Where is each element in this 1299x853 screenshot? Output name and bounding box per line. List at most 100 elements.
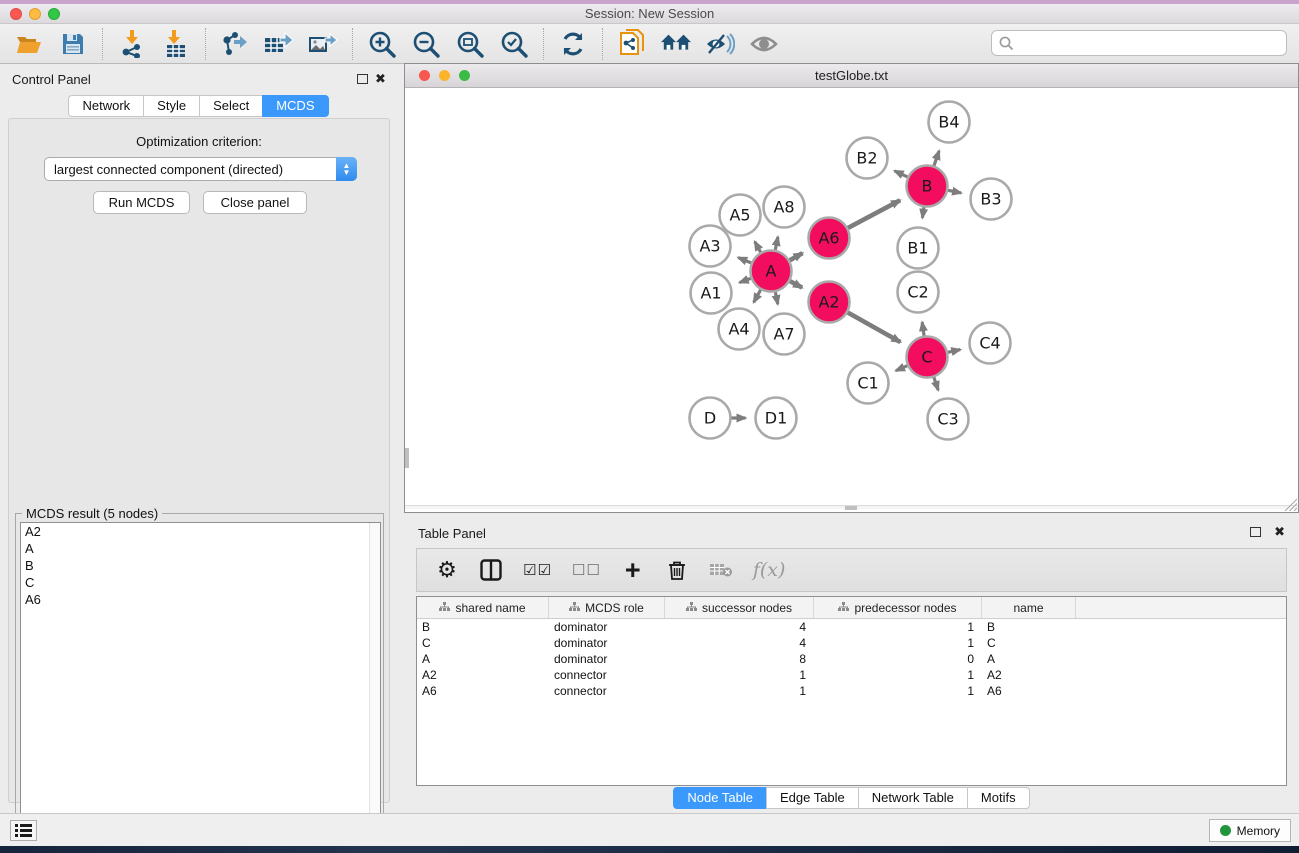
criterion-dropdown[interactable]: largest connected component (directed) ▲… [44, 157, 357, 181]
graph-edge-A-A6[interactable] [790, 253, 803, 260]
delete-table-icon[interactable] [709, 556, 733, 584]
network-horizontal-scrollbar[interactable] [405, 505, 1298, 509]
main-titlebar[interactable]: Session: New Session [0, 4, 1299, 24]
table-cell[interactable]: 1 [814, 667, 982, 683]
zoom-out-icon[interactable] [411, 29, 441, 59]
table-cell[interactable]: 4 [665, 619, 814, 635]
network-graph[interactable]: B4B2BB3A8A5A6A3B1AC2A1A2A4A7C4CC1C3DD1 [405, 88, 1298, 504]
column-header-shared-name[interactable]: shared name [417, 597, 549, 618]
resize-grip-icon[interactable] [1284, 498, 1297, 511]
graph-edge-B-B3[interactable] [948, 190, 961, 193]
export-image-icon[interactable] [308, 29, 338, 59]
table-cell[interactable]: C [417, 635, 549, 651]
table-cell[interactable]: 4 [665, 635, 814, 651]
import-network-icon[interactable] [117, 29, 147, 59]
table-row[interactable]: Adominator80A [417, 651, 1286, 667]
close-panel-icon[interactable]: ✖ [375, 71, 386, 87]
layout-home-icon[interactable] [661, 29, 691, 59]
hide-selected-icon[interactable] [705, 29, 735, 59]
tab-select[interactable]: Select [199, 95, 262, 117]
graph-edge-C-C1[interactable] [896, 366, 907, 371]
tab-edge-table[interactable]: Edge Table [766, 787, 858, 809]
table-row[interactable]: A6connector11A6 [417, 683, 1286, 699]
column-header-name[interactable]: name [982, 597, 1076, 618]
table-row[interactable]: Cdominator41C [417, 635, 1286, 651]
show-all-icon[interactable] [749, 29, 779, 59]
float-panel-icon[interactable] [357, 74, 368, 84]
zoom-fit-icon[interactable] [455, 29, 485, 59]
result-item[interactable]: C [21, 574, 380, 591]
mcds-result-list[interactable]: A2ABCA6 [20, 522, 381, 848]
tab-network[interactable]: Network [68, 95, 143, 117]
graph-edge-A6-B[interactable] [848, 200, 900, 228]
memory-button[interactable]: Memory [1209, 819, 1291, 842]
table-cell[interactable]: A [982, 651, 1076, 667]
graph-edge-C-C3[interactable] [934, 377, 938, 390]
graph-edge-A-A2[interactable] [790, 281, 802, 287]
result-item[interactable]: B [21, 557, 380, 574]
column-header-predecessor-nodes[interactable]: predecessor nodes [814, 597, 982, 618]
table-cell[interactable]: A2 [982, 667, 1076, 683]
table-cell[interactable]: C [982, 635, 1076, 651]
tab-style[interactable]: Style [143, 95, 199, 117]
graph-edge-A2-C[interactable] [848, 313, 901, 343]
settings-icon[interactable]: ⚙ [435, 556, 459, 584]
export-table-icon[interactable] [264, 29, 294, 59]
add-column-icon[interactable]: + [621, 556, 645, 584]
table-cell[interactable]: connector [549, 667, 665, 683]
open-file-icon[interactable] [14, 29, 44, 59]
table-cell[interactable]: dominator [549, 635, 665, 651]
table-cell[interactable]: 1 [814, 683, 982, 699]
close-panel-button[interactable]: Close panel [203, 191, 307, 214]
table-cell[interactable]: 1 [665, 667, 814, 683]
table-cell[interactable]: 1 [814, 635, 982, 651]
table-cell[interactable]: 8 [665, 651, 814, 667]
search-input[interactable] [1019, 36, 1286, 51]
table-cell[interactable]: dominator [549, 619, 665, 635]
graph-edge-A-A3[interactable] [738, 258, 751, 263]
task-history-button[interactable] [10, 820, 37, 841]
save-session-icon[interactable] [58, 29, 88, 59]
result-item[interactable]: A2 [21, 523, 380, 540]
table-cell[interactable]: A6 [417, 683, 549, 699]
tab-mcds[interactable]: MCDS [262, 95, 328, 117]
graph-edge-C-C2[interactable] [922, 322, 924, 335]
tab-motifs[interactable]: Motifs [967, 787, 1030, 809]
graph-edge-A-A8[interactable] [775, 237, 778, 250]
table-cell[interactable]: A2 [417, 667, 549, 683]
column-header-successor-nodes[interactable]: successor nodes [665, 597, 814, 618]
import-table-icon[interactable] [161, 29, 191, 59]
graph-edge-C-C4[interactable] [948, 350, 960, 353]
table-cell[interactable]: connector [549, 683, 665, 699]
refresh-icon[interactable] [558, 29, 588, 59]
graph-edge-A-A7[interactable] [775, 292, 777, 304]
run-mcds-button[interactable]: Run MCDS [93, 191, 190, 214]
node-table[interactable]: shared nameMCDS rolesuccessor nodesprede… [416, 596, 1287, 786]
delete-column-icon[interactable] [665, 556, 689, 584]
graph-edge-A-A1[interactable] [740, 278, 751, 282]
result-item[interactable]: A6 [21, 591, 380, 608]
network-vertical-scrollbar[interactable] [405, 448, 409, 468]
graph-edge-B-B4[interactable] [934, 151, 939, 166]
clone-network-icon[interactable] [617, 29, 647, 59]
zoom-in-icon[interactable] [367, 29, 397, 59]
split-view-icon[interactable] [479, 556, 503, 584]
search-field[interactable] [991, 30, 1287, 56]
network-canvas[interactable]: B4B2BB3A8A5A6A3B1AC2A1A2A4A7C4CC1C3DD1 [405, 88, 1298, 509]
graph-edge-A-A4[interactable] [754, 290, 761, 302]
table-cell[interactable]: A6 [982, 683, 1076, 699]
column-header-MCDS-role[interactable]: MCDS role [549, 597, 665, 618]
network-view-frame[interactable]: testGlobe.txt B4B2BB3A8A5A6A3B1AC2A1A2A4… [404, 63, 1299, 513]
table-cell[interactable]: B [417, 619, 549, 635]
table-cell[interactable]: A [417, 651, 549, 667]
tab-network-table[interactable]: Network Table [858, 787, 967, 809]
graph-edge-A-A5[interactable] [755, 242, 761, 253]
result-list-scrollbar[interactable] [369, 523, 380, 847]
close-table-panel-icon[interactable]: ✖ [1274, 524, 1285, 540]
table-cell[interactable]: 0 [814, 651, 982, 667]
table-cell[interactable]: 1 [665, 683, 814, 699]
function-builder-icon[interactable]: f(x) [753, 556, 786, 584]
network-view-titlebar[interactable]: testGlobe.txt [405, 64, 1298, 88]
deselect-all-checkboxes-icon[interactable]: ☐☐ [572, 556, 601, 584]
tab-node-table[interactable]: Node Table [673, 787, 766, 809]
